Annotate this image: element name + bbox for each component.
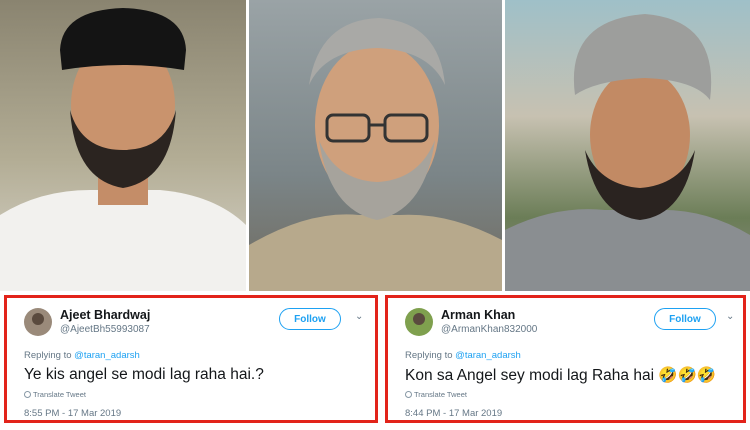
timestamp[interactable]: 8:44 PM - 17 Mar 2019: [405, 408, 502, 419]
follow-button[interactable]: Follow: [279, 308, 341, 330]
tweet-card: Ajeet Bhardwaj @AjeetBh55993087 Follow ⌄…: [4, 295, 378, 423]
portrait-glasses-man: [249, 18, 502, 291]
follow-button[interactable]: Follow: [654, 308, 716, 330]
photo-middle: [249, 0, 502, 291]
replying-to: Replying to @taran_adarsh: [405, 350, 521, 361]
replying-prefix: Replying to: [24, 350, 72, 361]
portrait-cap-man: [0, 8, 246, 291]
photo-right: [505, 0, 750, 291]
tweet-text: Ye kis angel se modi lag raha hai.?: [24, 366, 264, 383]
translate-label[interactable]: Translate Tweet: [414, 390, 467, 399]
user-handle[interactable]: @AjeetBh55993087: [60, 324, 150, 335]
chevron-down-icon[interactable]: ⌄: [726, 311, 734, 322]
translate-tweet[interactable]: Translate Tweet: [405, 390, 467, 399]
globe-icon: [405, 391, 412, 398]
photo-left: [0, 0, 246, 291]
mention-link[interactable]: @taran_adarsh: [74, 350, 140, 361]
translate-tweet[interactable]: Translate Tweet: [24, 390, 86, 399]
display-name[interactable]: Ajeet Bhardwaj: [60, 308, 150, 322]
avatar[interactable]: [24, 308, 52, 336]
timestamp[interactable]: 8:55 PM - 17 Mar 2019: [24, 408, 121, 419]
replying-prefix: Replying to: [405, 350, 453, 361]
tweet-cards: Ajeet Bhardwaj @AjeetBh55993087 Follow ⌄…: [0, 291, 750, 430]
replying-to: Replying to @taran_adarsh: [24, 350, 140, 361]
tweet-card: Arman Khan @ArmanKhan832000 Follow ⌄ Rep…: [385, 295, 746, 423]
mention-link[interactable]: @taran_adarsh: [455, 350, 521, 361]
portrait-turban-man: [505, 14, 750, 291]
display-name[interactable]: Arman Khan: [441, 308, 515, 322]
tweet-text: Kon sa Angel sey modi lag Raha hai 🤣🤣🤣: [405, 367, 717, 384]
chevron-down-icon[interactable]: ⌄: [355, 311, 363, 322]
photo-collage: [0, 0, 750, 291]
avatar[interactable]: [405, 308, 433, 336]
translate-label[interactable]: Translate Tweet: [33, 390, 86, 399]
user-handle[interactable]: @ArmanKhan832000: [441, 324, 537, 335]
globe-icon: [24, 391, 31, 398]
